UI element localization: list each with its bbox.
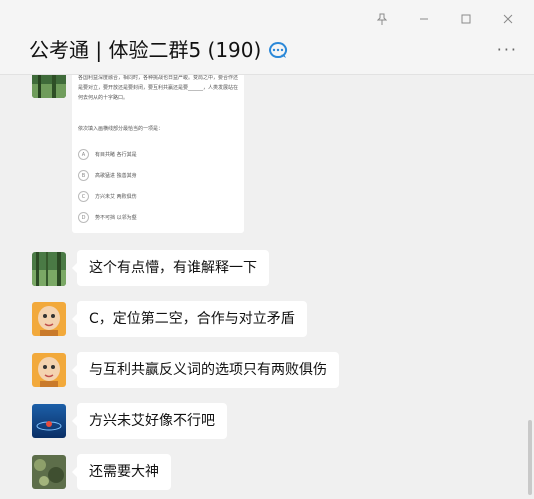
- close-icon[interactable]: [500, 11, 516, 27]
- option-d: D 势不可挡 以邻为壑: [78, 212, 137, 223]
- message-bubble[interactable]: 还需要大神: [72, 454, 171, 490]
- question-text: 各国利益深度融合，相同时，各种挑战也日益严峻。变局之中，要合作还是要对立，要开放…: [78, 75, 239, 101]
- window-controls: [374, 11, 516, 27]
- option-text: 方兴未艾 两败俱伤: [95, 194, 137, 200]
- option-text: 高歌猛进 独善其身: [95, 173, 137, 179]
- chat-title-text: 公考通 | 体验二群5 (190): [29, 38, 262, 62]
- question-prompt: 依次填入画横线部分最恰当的一项是：: [78, 126, 164, 132]
- message-list[interactable]: 各国利益深度融合，相同时，各种挑战也日益严峻。变局之中，要合作还是要对立，要开放…: [0, 75, 534, 499]
- message-bubble[interactable]: 这个有点懵，有谁解释一下: [72, 250, 269, 286]
- option-text: 势不可挡 以邻为壑: [95, 215, 137, 221]
- forest-avatar[interactable]: [32, 252, 66, 286]
- cartoon-monk-avatar[interactable]: [32, 353, 66, 387]
- blue-water-avatar[interactable]: [32, 404, 66, 438]
- option-c: C 方兴未艾 两败俱伤: [78, 191, 137, 202]
- moss-avatar[interactable]: [32, 455, 66, 489]
- option-b: B 高歌猛进 独善其身: [78, 170, 137, 181]
- scrollbar[interactable]: [528, 420, 532, 495]
- more-options-button[interactable]: ···: [497, 40, 518, 59]
- question-image[interactable]: 各国利益深度融合，相同时，各种挑战也日益严峻。变局之中，要合作还是要对立，要开放…: [72, 75, 244, 233]
- option-letter: A: [78, 149, 89, 160]
- minimize-icon[interactable]: [416, 11, 432, 27]
- option-letter: C: [78, 191, 89, 202]
- cartoon-monk-avatar[interactable]: [32, 302, 66, 336]
- message-bubble[interactable]: 方兴未艾好像不行吧: [72, 403, 227, 439]
- option-text: 有目共睹 各行其是: [95, 152, 137, 158]
- chat-bubble-icon[interactable]: [267, 40, 289, 65]
- option-letter: D: [78, 212, 89, 223]
- message-bubble[interactable]: C，定位第二空，合作与对立矛盾: [72, 301, 307, 337]
- maximize-icon[interactable]: [458, 11, 474, 27]
- chat-header: 公考通 | 体验二群5 (190) ···: [0, 0, 534, 75]
- option-a: A 有目共睹 各行其是: [78, 149, 137, 160]
- chat-title: 公考通 | 体验二群5 (190): [29, 34, 289, 65]
- pin-icon[interactable]: [374, 11, 390, 27]
- forest-avatar[interactable]: [32, 75, 66, 98]
- option-letter: B: [78, 170, 89, 181]
- message-bubble[interactable]: 与互利共赢反义词的选项只有两败俱伤: [72, 352, 339, 388]
